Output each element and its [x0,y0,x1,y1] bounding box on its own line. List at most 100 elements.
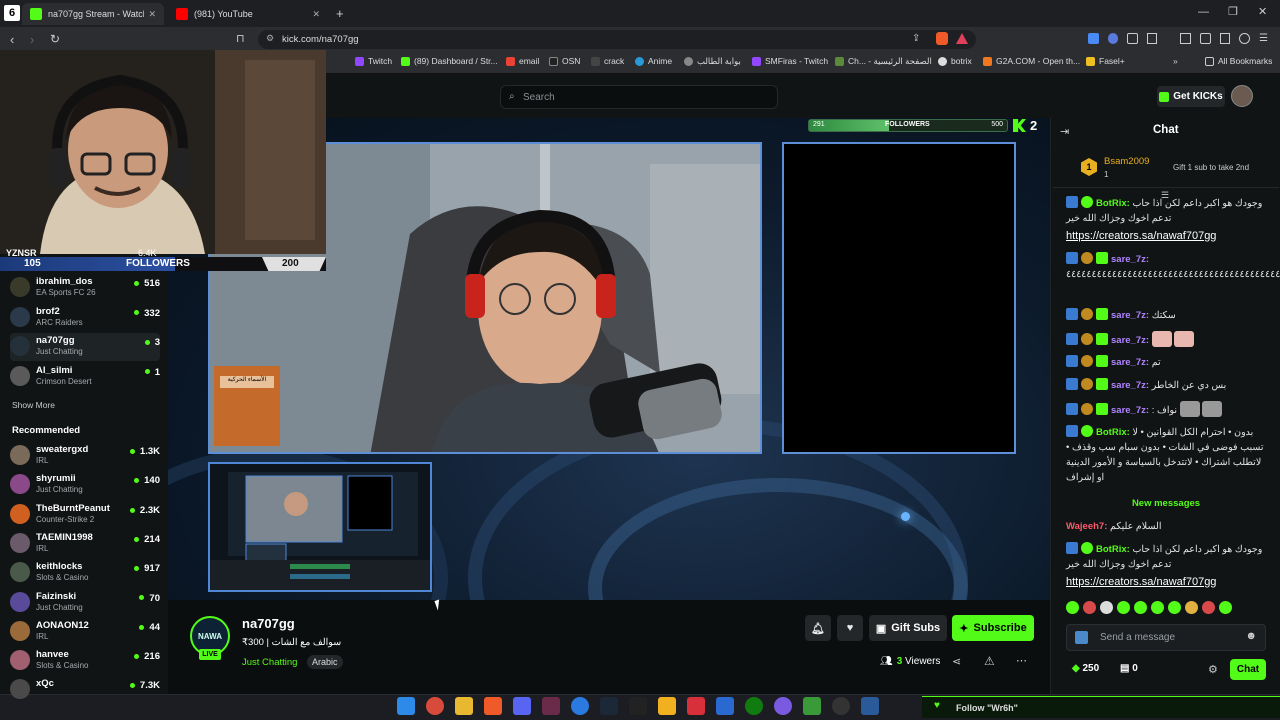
chat-link[interactable]: https://creators.sa/nawaf707gg [1066,229,1266,244]
gift-subs-button[interactable]: ▣ Gift Subs [869,615,947,641]
chat-username[interactable]: Wajeeh7 [1066,521,1104,532]
taskbar-app-icon[interactable] [716,697,734,715]
emoji-icon[interactable]: ☻ [1245,630,1257,642]
new-messages-divider[interactable]: New messages [1066,498,1266,509]
puzzle-icon[interactable] [1127,33,1138,44]
notification-button[interactable]: 🔔︎ [805,615,831,641]
taskbar-app-icon[interactable] [687,697,705,715]
new-tab-icon[interactable]: + [336,6,344,21]
collapse-chat-icon[interactable]: ⇥ [1060,125,1069,138]
taskbar-app-icon[interactable] [774,697,792,715]
chat-link[interactable]: https://creators.sa/nawaf707gg [1066,575,1266,590]
get-kicks-button[interactable]: Get KICKs [1157,86,1225,107]
chat-message[interactable]: sare_7z: سكتك [1066,308,1266,323]
user-avatar[interactable] [1231,85,1253,107]
top-gifter-banner[interactable]: 1 Bsam2009 1 Gift 1 sub to take 2nd [1053,148,1279,188]
reload-icon[interactable]: ↻ [50,32,60,46]
bookmark-item[interactable]: Ch... - الصفحة الرئيسية [835,56,932,67]
chat-username[interactable]: sare_7z [1111,335,1146,346]
chat-username[interactable]: sare_7z [1111,405,1146,416]
chat-input[interactable]: Send a message ☻ [1066,624,1266,651]
site-info-icon[interactable]: ⚙ [266,33,274,44]
brave-icon[interactable] [484,697,502,715]
emote-icon[interactable] [1185,601,1198,614]
search-input[interactable]: ⌕ Search [500,85,778,109]
chat-username[interactable]: sare_7z [1111,380,1146,391]
extension-icon[interactable] [1088,33,1099,44]
bookmark-item[interactable]: email [506,56,539,66]
sidebar-channel[interactable]: brof2 ARC Raiders 332 [10,304,160,332]
sidebar-channel[interactable]: shyrumii Just Chatting 140 [10,471,160,499]
window-close-icon[interactable]: ✕ [1258,5,1267,18]
sidebar-toggle-icon[interactable] [1180,33,1192,44]
bookmark-item[interactable]: Fasel+ [1086,56,1125,66]
bookmark-item[interactable]: Twitch [355,56,392,66]
chat-message[interactable]: sare_7z: [1066,331,1266,348]
minimize-icon[interactable]: — [1198,6,1209,18]
chat-message[interactable]: BotRix: بدون • احترام الكل القوانين • لا… [1066,425,1266,485]
brave-rewards-icon[interactable] [956,33,968,44]
emote-icon[interactable] [1083,601,1096,614]
more-icon[interactable]: ⋯ [1016,654,1027,667]
taskbar-app-icon[interactable] [542,697,560,715]
chat-message[interactable]: BotRix: وجودك هو اكبر داعم لكن اذا حاب ت… [1066,196,1266,244]
sidebar-channel[interactable]: xQc 7.3K [10,676,160,704]
extension-icon[interactable] [1146,33,1158,44]
chat-username[interactable]: BotRix [1096,427,1127,438]
maximize-icon[interactable]: ❐ [1228,5,1238,18]
chat-username[interactable]: sare_7z [1111,310,1146,321]
chat-message[interactable]: sare_7z: تم [1066,355,1266,370]
emote-icon[interactable] [1168,601,1181,614]
chat-settings-icon[interactable]: ⚙ [1208,663,1218,676]
taskbar-app-icon[interactable] [571,697,589,715]
sidebar-channel[interactable]: keithlocks Slots & Casino 917 [10,559,160,587]
address-bar[interactable]: ⚙ kick.com/na707gg ⇪ [258,30,976,49]
emote-icon[interactable] [1151,601,1164,614]
start-icon[interactable] [397,697,415,715]
xbox-icon[interactable] [745,697,763,715]
bookmarks-overflow-icon[interactable]: » [1173,56,1178,66]
leo-icon[interactable] [1219,33,1231,44]
sidebar-channel[interactable]: Al_silmi Crimson Desert 1 [10,363,160,391]
emote-icon[interactable] [1202,601,1215,614]
forward-icon[interactable]: › [30,32,34,47]
emote-icon[interactable] [1066,601,1079,614]
follow-button[interactable]: ♥ [837,615,863,641]
sidebar-channel[interactable]: TheBurntPeanut Counter-Strike 2 2.3K [10,501,160,529]
bookmark-item[interactable]: botrix [938,56,972,66]
extension-icon[interactable] [1107,33,1119,44]
taskbar-app-icon[interactable] [426,697,444,715]
sidebar-channel[interactable]: ibrahim_dos EA Sports FC 26 516 [10,274,160,302]
chat-message[interactable]: sare_7z: ٤٤٤٤٤٤٤٤٤٤٤٤٤٤٤٤٤٤٤٤٤٤٤٤٤٤٤٤٤٤٤… [1066,252,1280,282]
chat-username[interactable]: sare_7z [1111,254,1146,265]
sidebar-channel[interactable]: hanvee Slots & Casino 216 [10,647,160,675]
wallet-icon[interactable] [1200,33,1211,44]
stream-tag[interactable]: Arabic [307,655,343,669]
vpn-icon[interactable] [1239,33,1250,44]
emote-icon[interactable] [1100,601,1113,614]
discord-icon[interactable] [513,697,531,715]
sidebar-channel[interactable]: TAEMIN1998 IRL 214 [10,530,160,558]
taskbar-app-icon[interactable] [658,697,676,715]
bookmark-item[interactable]: بوابة الطالب [684,56,741,67]
stream-category[interactable]: Just Chatting [242,657,297,668]
sidebar-channel[interactable]: AONAON12 IRL 44 [10,618,160,646]
emote-icon[interactable] [1219,601,1232,614]
taskbar-app-icon[interactable] [803,697,821,715]
subscribe-button[interactable]: ✦ Subscribe [952,615,1034,641]
bookmark-item[interactable]: SMFiras - Twitch [752,56,828,66]
file-explorer-icon[interactable] [455,697,473,715]
bookmark-item[interactable]: G2A.COM - Open th... [983,56,1080,66]
share-icon[interactable]: ⋖ [952,655,961,668]
bookmark-item[interactable]: Anime [635,56,672,66]
sidebar-channel[interactable]: Faizinski Just Chatting 70 [10,589,160,617]
show-more-link[interactable]: Show More [12,400,55,410]
points-balance[interactable]: ▤ 0 [1120,663,1138,674]
chat-message[interactable]: sare_7z: نواف : [1066,401,1266,418]
brave-shield-icon[interactable] [936,32,948,45]
chat-username[interactable]: sare_7z [1111,357,1146,368]
all-bookmarks[interactable]: All Bookmarks [1205,56,1272,66]
sidebar-channel[interactable]: sweatergxd IRL 1.3K [10,442,160,470]
close-icon[interactable]: ✕ [148,9,156,20]
report-icon[interactable]: ⚠ [984,654,995,668]
